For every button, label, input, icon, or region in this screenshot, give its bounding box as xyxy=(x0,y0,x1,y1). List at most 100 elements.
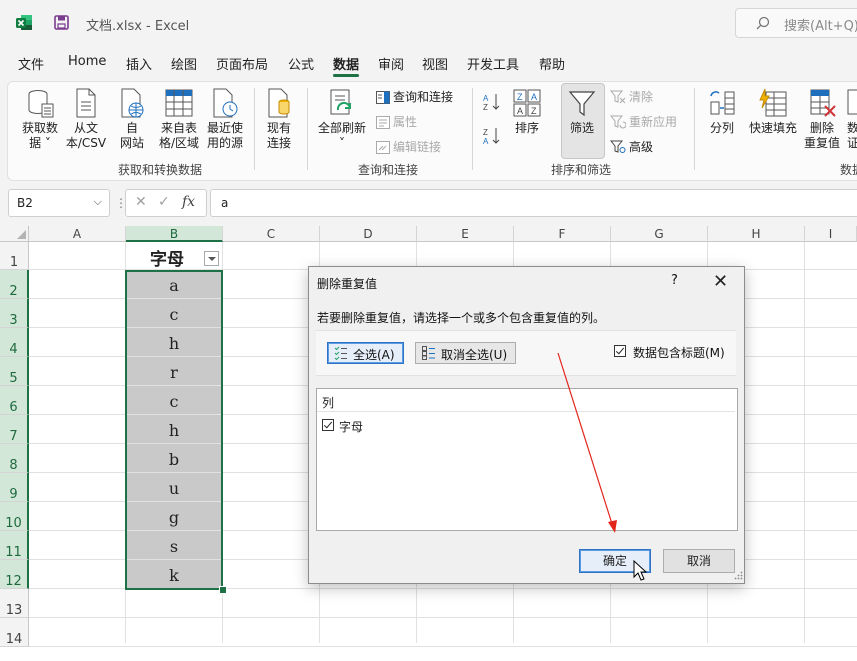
tab-home[interactable]: Home xyxy=(68,54,106,69)
existing-connection-icon xyxy=(268,88,290,118)
filter-button-content[interactable]: 筛选 xyxy=(562,88,602,136)
row-header-12[interactable]: 12 xyxy=(0,560,29,589)
resize-grip-icon[interactable] xyxy=(734,571,743,580)
group-data-tools-label: 数据 xyxy=(840,163,857,177)
tab-insert[interactable]: 插入 xyxy=(126,54,152,73)
row-header-7[interactable]: 7 xyxy=(0,415,29,444)
filter-dropdown-icon[interactable] xyxy=(204,251,219,266)
help-button[interactable]: ? xyxy=(671,273,678,288)
tab-help[interactable]: 帮助 xyxy=(539,54,565,73)
tab-developer[interactable]: 开发工具 xyxy=(467,54,519,73)
search-icon xyxy=(756,16,770,30)
ribbon-separator xyxy=(472,88,473,170)
sort-button[interactable]: ZAAZ 排序 xyxy=(510,88,544,136)
queries-connections-button[interactable]: 查询和连接 xyxy=(376,88,453,105)
reapply-icon xyxy=(609,115,627,129)
row-header-6[interactable]: 6 xyxy=(0,386,29,415)
recent-label-1: 最近使 xyxy=(206,121,243,135)
tab-review[interactable]: 审阅 xyxy=(378,54,404,73)
header-cell-text: 字母 xyxy=(150,250,184,270)
formula-value: a xyxy=(221,196,229,210)
column-header-i[interactable]: I xyxy=(805,226,857,242)
insert-function-button[interactable]: fx xyxy=(182,194,195,210)
tab-file[interactable]: 文件 xyxy=(18,54,44,73)
column-header-g[interactable]: G xyxy=(611,226,708,242)
select-all-corner[interactable] xyxy=(0,226,29,242)
column-header-d[interactable]: D xyxy=(320,226,417,242)
existing-label-1: 现有 xyxy=(266,121,291,135)
row-header-5[interactable]: 5 xyxy=(0,357,29,386)
flash-fill-button[interactable]: 快速填充 xyxy=(745,88,801,136)
clear-filter-button[interactable]: 清除 xyxy=(609,88,653,105)
refresh-all-label: 全部刷新 xyxy=(317,121,366,135)
from-text-label-1: 从文 xyxy=(73,121,98,135)
from-web-button[interactable]: 自 网站 xyxy=(114,88,150,151)
svg-text:A: A xyxy=(517,106,523,116)
save-icon[interactable] xyxy=(54,15,69,30)
sort-label: 排序 xyxy=(514,121,539,135)
remove-duplicates-button[interactable]: 删除 重复值 xyxy=(802,88,842,151)
edit-links-button[interactable]: 编辑链接 xyxy=(376,138,441,155)
chevron-down-icon[interactable]: ⌵ xyxy=(94,195,102,209)
group-sort-filter-label: 排序和筛选 xyxy=(551,163,612,177)
from-text-csv-button[interactable]: 从文 本/CSV xyxy=(64,88,108,151)
from-table-button[interactable]: 来自表 格/区域 xyxy=(156,88,202,151)
data-validation-button[interactable]: 数 证 xyxy=(846,88,857,151)
row-header-4[interactable]: 4 xyxy=(0,328,29,357)
advanced-filter-icon xyxy=(609,140,626,153)
row-header-8[interactable]: 8 xyxy=(0,444,29,473)
column-header-h[interactable]: H xyxy=(708,226,805,242)
unselect-all-button[interactable]: 取消全选(U) xyxy=(415,342,516,364)
column-header-a[interactable]: A xyxy=(29,226,126,242)
close-icon[interactable]: ✕ xyxy=(713,271,728,292)
columns-listbox[interactable]: 列 字母 xyxy=(316,388,738,531)
advanced-filter-button[interactable]: 高级 xyxy=(609,138,653,155)
column-checkbox[interactable] xyxy=(322,419,334,431)
cancel-entry-icon[interactable]: ✕ xyxy=(135,194,147,210)
reapply-button[interactable]: 重新应用 xyxy=(609,113,677,130)
tab-page-layout[interactable]: 页面布局 xyxy=(216,54,268,73)
tab-data[interactable]: 数据 xyxy=(333,54,359,73)
search-input[interactable]: 搜索(Alt+Q) xyxy=(735,8,857,38)
refresh-all-button[interactable]: 全部刷新 ˅ xyxy=(314,88,370,151)
select-all-button[interactable]: 全选(A) xyxy=(327,342,404,364)
get-data-button[interactable]: 获取数 据 ˅ xyxy=(20,88,60,151)
edit-links-icon xyxy=(376,141,390,154)
properties-button[interactable]: 属性 xyxy=(376,113,417,130)
row-header-13[interactable]: 13 xyxy=(0,589,29,618)
existing-connections-button[interactable]: 现有 连接 xyxy=(262,88,296,151)
column-header-b[interactable]: B xyxy=(126,226,223,242)
column-header-e[interactable]: E xyxy=(417,226,514,242)
row-header-9[interactable]: 9 xyxy=(0,473,29,502)
svg-text:Z: Z xyxy=(483,128,488,137)
from-table-label-1: 来自表 xyxy=(160,121,197,135)
column-header-c[interactable]: C xyxy=(223,226,320,242)
tab-view[interactable]: 视图 xyxy=(422,54,448,73)
tab-formulas[interactable]: 公式 xyxy=(288,54,314,73)
name-box[interactable]: B2 ⌵ xyxy=(8,189,110,217)
recent-sources-button[interactable]: 最近使 用的源 xyxy=(203,88,247,151)
column-header-f[interactable]: F xyxy=(514,226,611,242)
sort-a-to-z-icon[interactable]: AZ xyxy=(482,92,502,112)
cancel-button[interactable]: 取消 xyxy=(663,549,735,573)
text-to-columns-button[interactable]: 分列 xyxy=(705,88,739,136)
dialog-title: 删除重复值 xyxy=(317,277,378,291)
from-text-label-2: 本/CSV xyxy=(65,136,107,150)
formula-input[interactable]: a xyxy=(210,189,857,217)
tab-draw[interactable]: 绘图 xyxy=(171,54,197,73)
row-header-2[interactable]: 2 xyxy=(0,270,29,299)
refresh-all-dropdown: ˅ xyxy=(339,136,345,150)
row-header-1[interactable]: 1 xyxy=(0,242,29,270)
sort-z-to-a-icon[interactable]: ZA xyxy=(482,126,502,146)
confirm-entry-icon[interactable]: ✓ xyxy=(158,194,170,210)
fill-handle[interactable] xyxy=(219,586,227,594)
row-header-3[interactable]: 3 xyxy=(0,299,29,328)
row-header-11[interactable]: 11 xyxy=(0,531,29,560)
document-title: 文档.xlsx - Excel xyxy=(86,19,190,34)
row-header-10[interactable]: 10 xyxy=(0,502,29,531)
has-headers-checkbox[interactable] xyxy=(614,345,626,357)
has-headers-label: 数据包含标题(M) xyxy=(633,346,725,360)
from-table-label-2: 格/区域 xyxy=(158,136,200,150)
text-file-icon xyxy=(76,88,96,118)
svg-text:Z: Z xyxy=(531,106,537,116)
